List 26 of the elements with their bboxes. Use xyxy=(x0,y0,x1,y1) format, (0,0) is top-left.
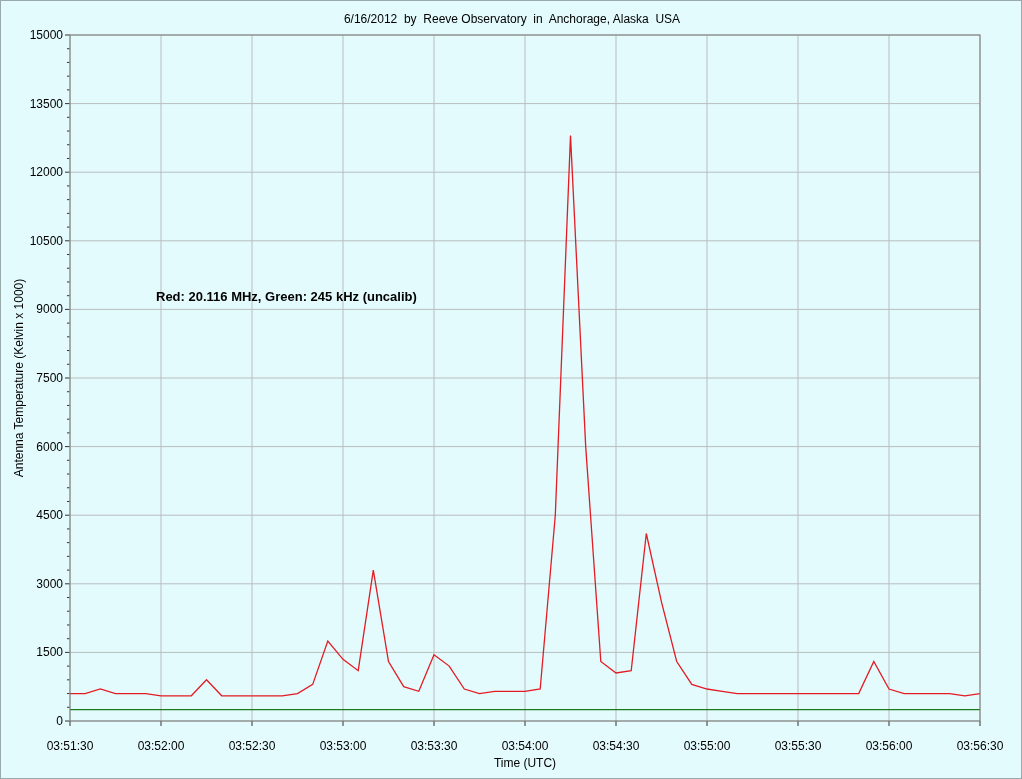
y-tick-label: 1500 xyxy=(36,645,63,660)
x-tick-label: 03:52:30 xyxy=(228,739,276,753)
y-tick-label: 9000 xyxy=(36,302,63,317)
y-tick-label: 0 xyxy=(56,714,63,728)
x-axis-title: Time (UTC) xyxy=(493,756,557,770)
x-tick-label: 03:55:30 xyxy=(774,739,822,753)
x-tick-label: 03:55:00 xyxy=(683,739,731,753)
x-tick-label: 03:56:30 xyxy=(956,739,1004,753)
x-tick-label: 03:52:00 xyxy=(137,739,185,753)
y-axis-title: Antenna Temperature (Kelvin x 1000) xyxy=(12,278,26,478)
x-tick-label: 03:53:30 xyxy=(410,739,458,753)
y-tick-label: 15000 xyxy=(29,28,63,42)
y-tick-label: 6000 xyxy=(36,439,63,454)
x-tick-label: 03:51:30 xyxy=(46,739,94,753)
y-tick-label: 7500 xyxy=(36,371,63,385)
chart-title: 6/16/2012 by Reeve Observatory in Anchorage, Alaska USA xyxy=(343,12,681,26)
x-tick-label: 03:53:00 xyxy=(319,739,367,753)
y-tick-label: 13500 xyxy=(29,96,63,111)
chart-annotation: Red: 20.116 MHz, Green: 245 kHz (uncalib) xyxy=(156,289,417,304)
x-tick-label: 03:56:00 xyxy=(865,739,913,753)
x-tick-label: 03:54:30 xyxy=(592,739,640,753)
y-tick-label: 3000 xyxy=(36,576,63,591)
y-tick-label: 10500 xyxy=(29,233,63,248)
y-tick-label: 12000 xyxy=(29,165,63,180)
y-tick-label: 4500 xyxy=(36,508,63,523)
x-tick-label: 03:54:00 xyxy=(501,739,549,753)
